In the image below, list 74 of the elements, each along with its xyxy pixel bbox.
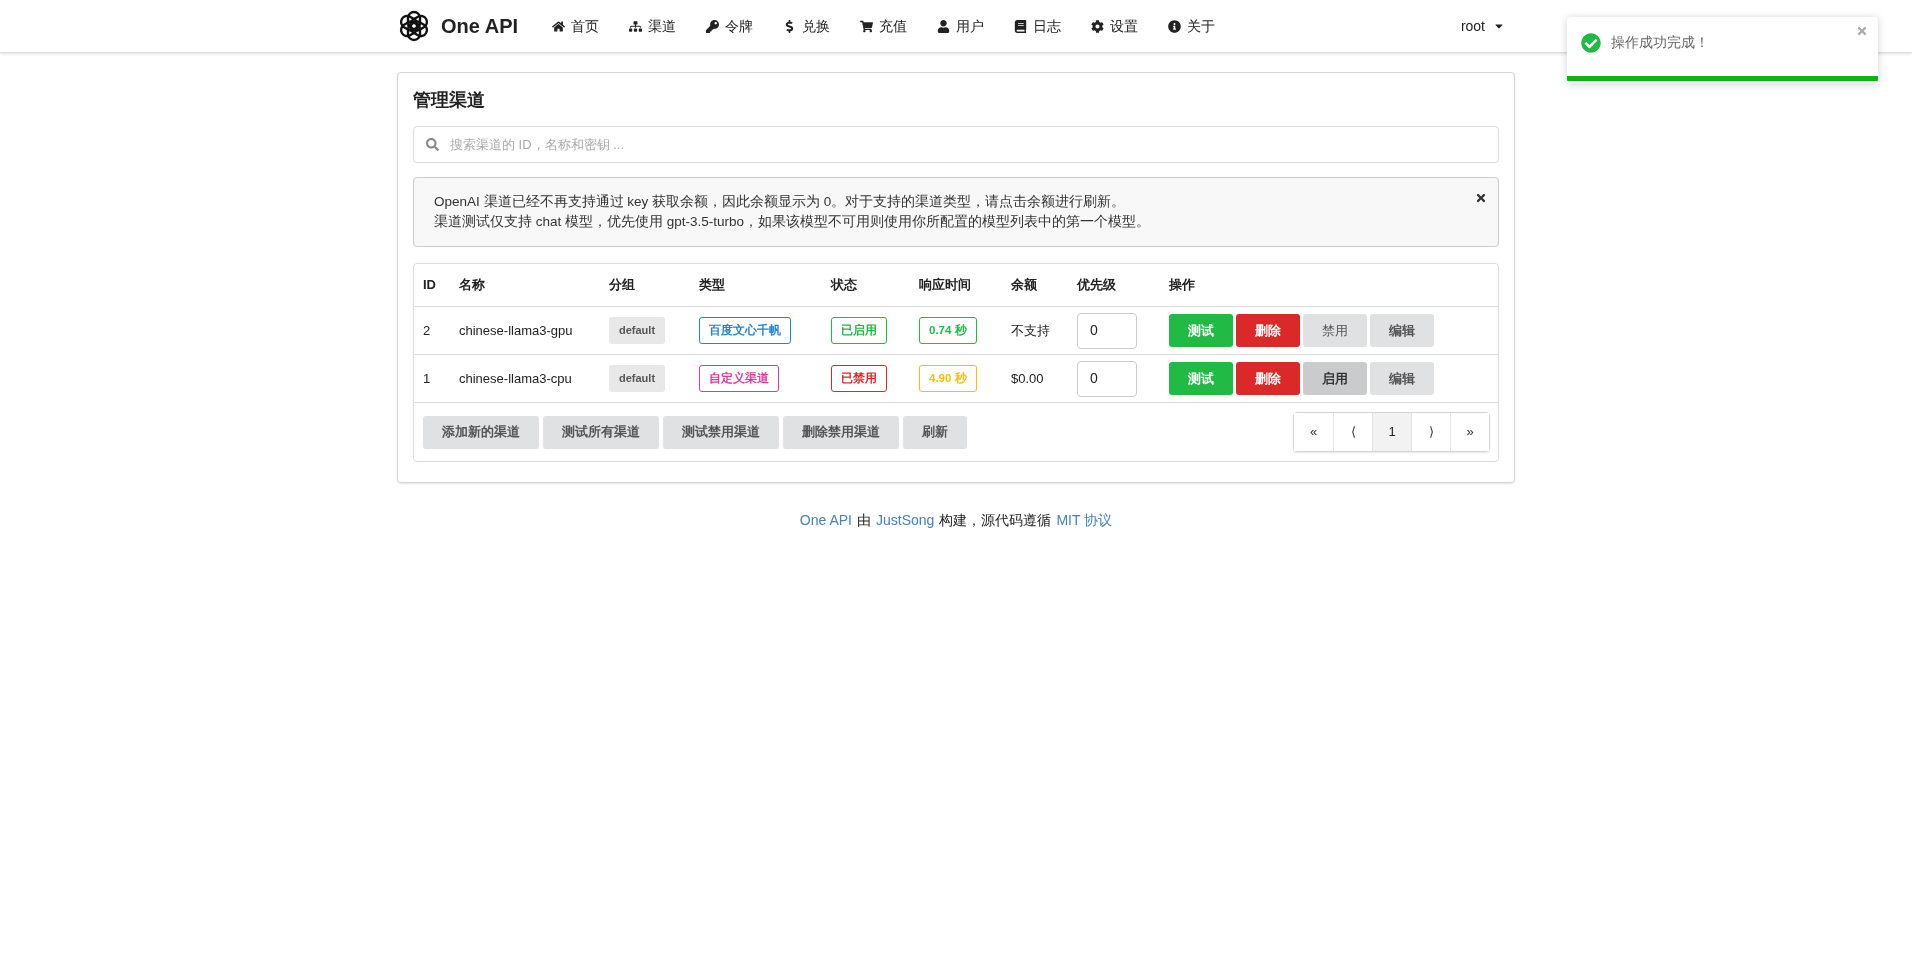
- type-tag: 百度文心千帆: [699, 316, 791, 345]
- column-header: 优先级: [1077, 277, 1116, 293]
- column-header: 名称: [459, 277, 485, 293]
- footer-text: 由: [857, 511, 871, 530]
- nav-link[interactable]: 关于: [1158, 15, 1226, 37]
- column-header: 分组: [609, 277, 635, 293]
- table-cell: 1: [423, 370, 431, 386]
- table-cell: chinese-llama3-cpu: [459, 370, 572, 386]
- toast-message: 操作成功完成！: [1611, 33, 1709, 52]
- priority-field[interactable]: 0: [1077, 312, 1137, 349]
- book-icon: [1014, 19, 1028, 33]
- page-button[interactable]: ⟨: [1333, 413, 1372, 451]
- action-button[interactable]: 删除禁用渠道: [783, 415, 899, 449]
- group-label: default: [609, 365, 666, 392]
- key-icon: [706, 19, 720, 33]
- column-header: 操作: [1169, 277, 1195, 293]
- nav-link[interactable]: 充值: [850, 15, 918, 37]
- response-time-tag: 0.74 秒: [919, 316, 977, 345]
- action-button[interactable]: 测试禁用渠道: [663, 415, 779, 449]
- settings-icon: [1091, 19, 1105, 33]
- nav-link[interactable]: 首页: [542, 15, 610, 37]
- search-icon: [426, 138, 439, 151]
- column-header: 类型: [699, 277, 725, 293]
- action-button[interactable]: 测试所有渠道: [543, 415, 659, 449]
- table-cell: 不支持: [1011, 322, 1050, 338]
- close-icon[interactable]: [1475, 192, 1487, 204]
- column-header: 响应时间: [919, 277, 971, 293]
- action-button[interactable]: 刷新: [903, 415, 967, 449]
- page-button[interactable]: «: [1294, 413, 1333, 451]
- nav-link[interactable]: 用户: [927, 15, 995, 37]
- sitemap-icon: [629, 19, 643, 33]
- delete-button[interactable]: 删除: [1236, 314, 1300, 347]
- house-icon: [552, 19, 566, 33]
- search-field[interactable]: 搜索渠道的 ID，名称和密钥 ...: [413, 126, 1499, 163]
- table-cell: chinese-llama3-gpu: [459, 322, 573, 338]
- info-icon: [1168, 19, 1182, 33]
- type-tag: 自定义渠道: [699, 364, 779, 393]
- group-label: default: [609, 317, 666, 344]
- edit-button[interactable]: 编辑: [1370, 314, 1434, 347]
- priority-field[interactable]: 0: [1077, 360, 1137, 397]
- nav-link[interactable]: 兑换: [773, 15, 841, 37]
- user-icon: [937, 19, 951, 33]
- table-cell: $0.00: [1011, 370, 1044, 386]
- status-tag: 已启用: [831, 316, 887, 345]
- page-button[interactable]: »: [1450, 413, 1489, 451]
- table-cell: 2: [423, 322, 431, 338]
- check-icon: [1581, 32, 1601, 53]
- edit-button[interactable]: 编辑: [1370, 362, 1434, 395]
- nav-link[interactable]: 令牌: [696, 15, 764, 37]
- page-button[interactable]: 1: [1372, 413, 1411, 451]
- page-button[interactable]: ⟩: [1411, 413, 1450, 451]
- column-header: 状态: [831, 277, 857, 293]
- toggle-button[interactable]: 禁用: [1303, 314, 1367, 347]
- nav-link[interactable]: 设置: [1081, 15, 1149, 37]
- toggle-button[interactable]: 启用: [1303, 362, 1367, 395]
- logo-icon: [397, 9, 431, 43]
- action-button[interactable]: 添加新的渠道: [423, 415, 539, 449]
- brand-name[interactable]: One API: [441, 11, 519, 41]
- cart-icon: [860, 19, 874, 33]
- delete-button[interactable]: 删除: [1236, 362, 1300, 395]
- column-header: ID: [423, 277, 436, 293]
- footer-text: 构建，源代码遵循: [939, 511, 1052, 530]
- column-header: 余额: [1011, 277, 1037, 293]
- user-menu[interactable]: root: [1460, 15, 1505, 37]
- message-line: 渠道测试仅支持 chat 模型，优先使用 gpt-3.5-turbo，如果该模型不可用则使用你所配置的模型列表中的第一个模型。: [434, 213, 1152, 231]
- footer-link[interactable]: One API: [799, 510, 852, 531]
- nav-link[interactable]: 日志: [1004, 15, 1072, 37]
- message-line: OpenAI 渠道已经不再支持通过 key 获取余额，因此余额显示为 0。对于支持的渠道类型，请点击余额进行刷新。: [434, 193, 1127, 211]
- footer-link[interactable]: JustSong: [876, 510, 935, 531]
- status-tag: 已禁用: [831, 364, 887, 393]
- response-time-tag: 4.90 秒: [919, 364, 977, 393]
- footer-link[interactable]: MIT 协议: [1056, 510, 1113, 531]
- nav-link[interactable]: 渠道: [619, 15, 687, 37]
- card-title: 管理渠道: [413, 89, 486, 112]
